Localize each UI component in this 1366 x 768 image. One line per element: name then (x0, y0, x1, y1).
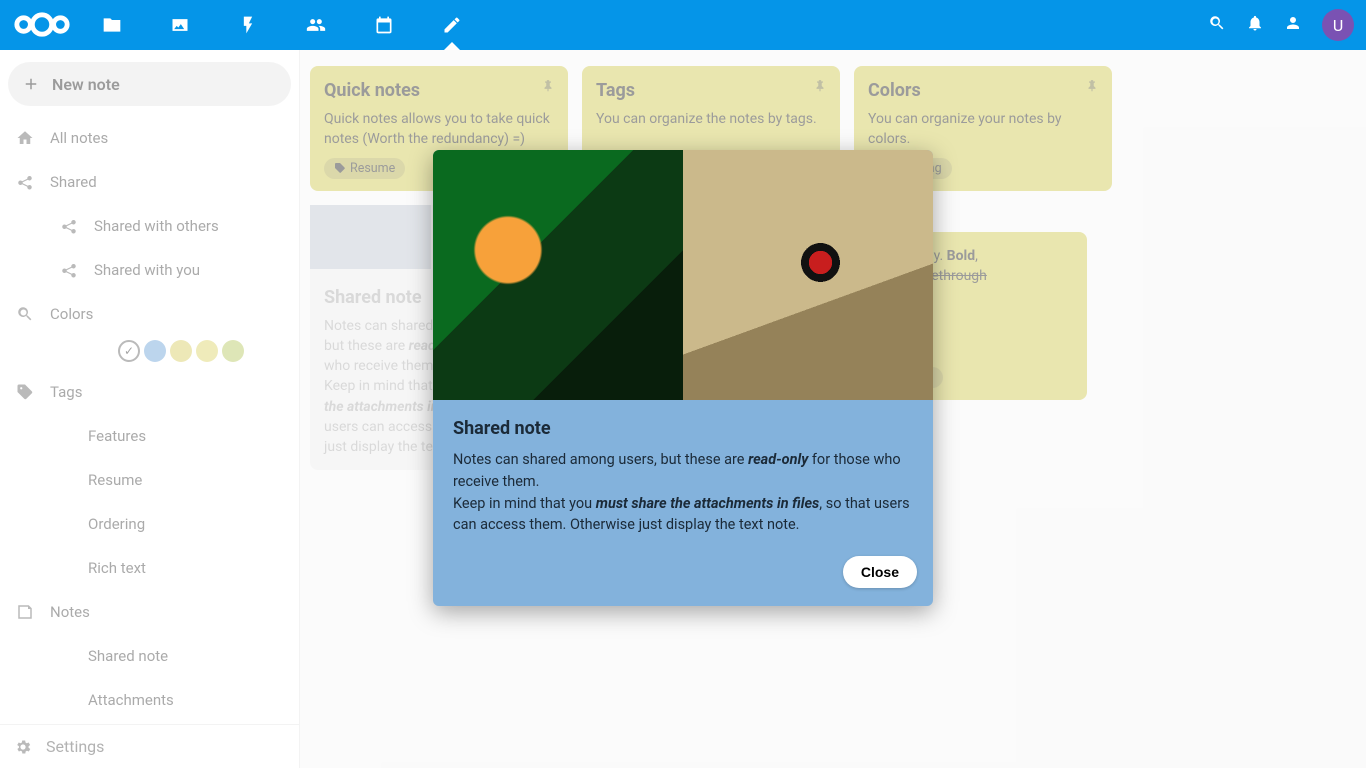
image-toucan (433, 150, 683, 400)
modal-title: Shared note (453, 418, 913, 439)
nav-notes[interactable] (430, 0, 474, 50)
contacts-icon[interactable] (1284, 14, 1302, 36)
modal-body: Shared note Notes can shared among users… (433, 400, 933, 550)
notifications-icon[interactable] (1246, 14, 1264, 36)
topbar-right: U (1208, 9, 1354, 41)
nav-contacts[interactable] (294, 0, 338, 50)
nav-files[interactable] (90, 0, 134, 50)
modal-overlay[interactable]: Shared note Notes can shared among users… (0, 50, 1366, 768)
nav-calendar[interactable] (362, 0, 406, 50)
modal-footer: Close (433, 550, 933, 606)
modal: Shared note Notes can shared among users… (433, 150, 933, 606)
image-finch (683, 150, 933, 400)
modal-image (433, 150, 933, 400)
topbar: U (0, 0, 1366, 50)
search-icon[interactable] (1208, 14, 1226, 36)
avatar-initial: U (1333, 16, 1343, 35)
nav-apps (90, 0, 474, 50)
nav-activity[interactable] (226, 0, 270, 50)
modal-text: Notes can shared among users, but these … (453, 449, 913, 536)
user-avatar[interactable]: U (1322, 9, 1354, 41)
close-button[interactable]: Close (843, 556, 917, 588)
nav-photos[interactable] (158, 0, 202, 50)
app-logo[interactable] (12, 10, 72, 40)
